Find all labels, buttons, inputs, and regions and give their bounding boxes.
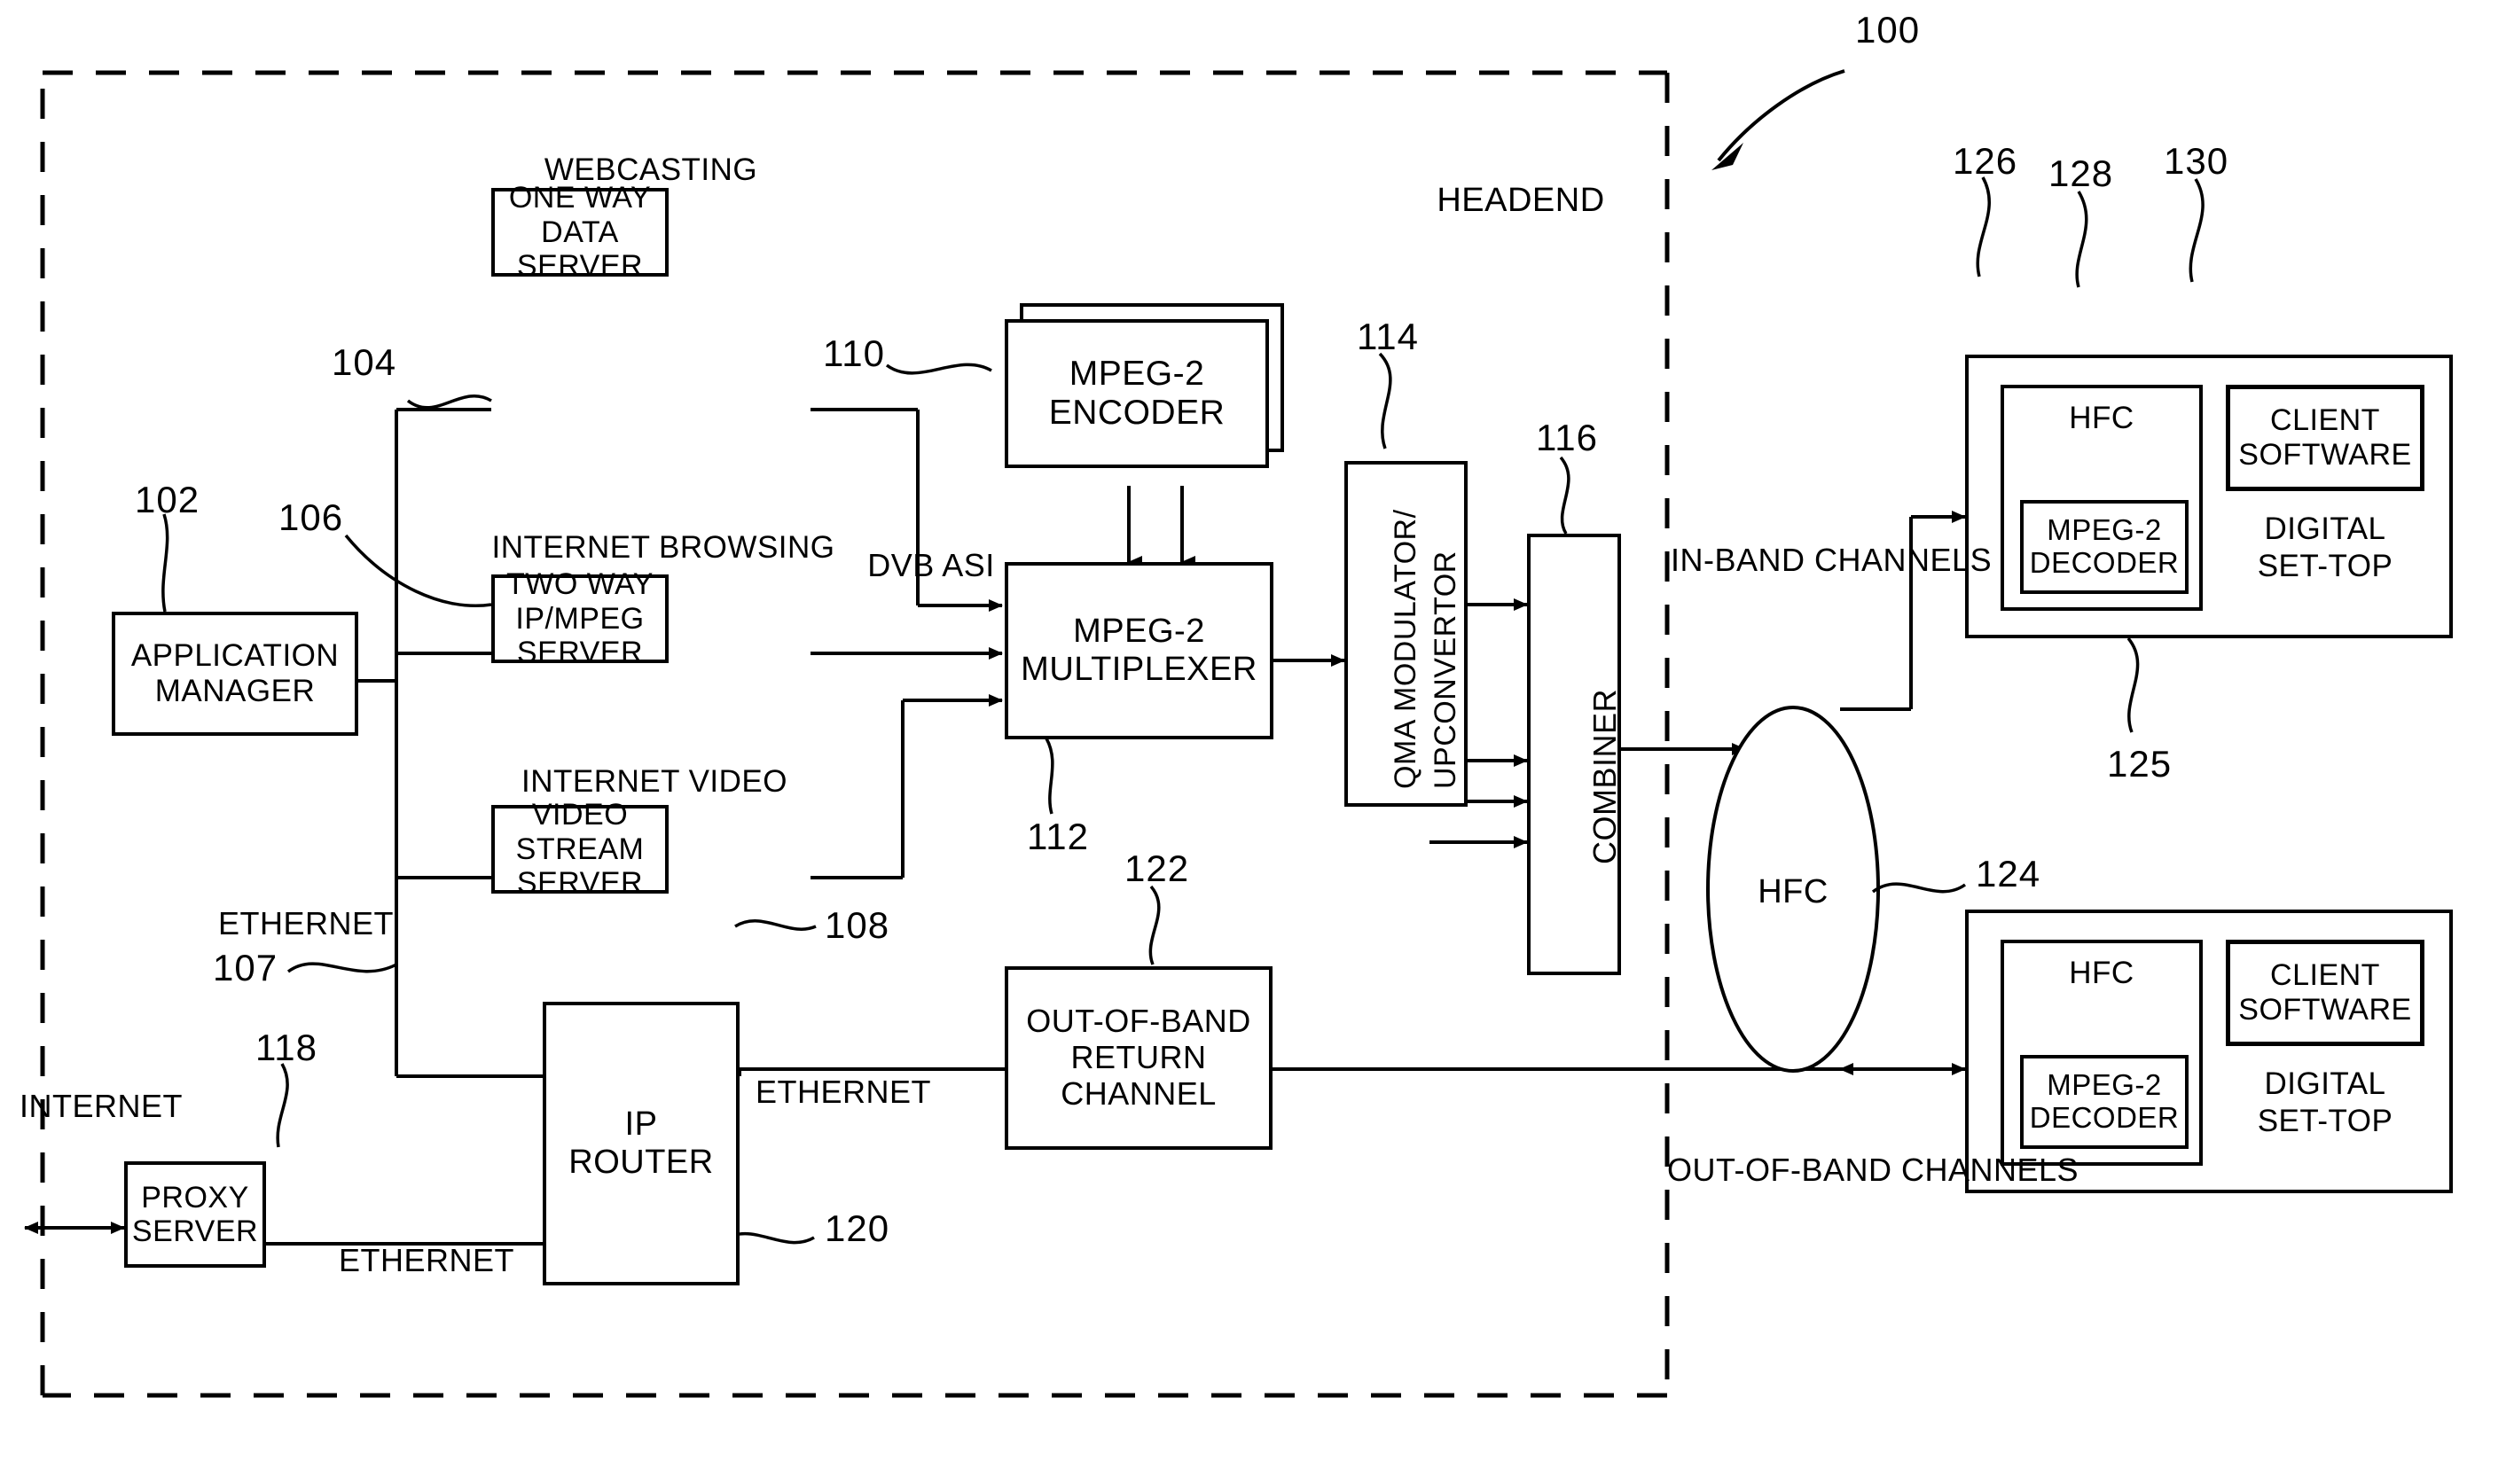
mpeg2-encoder-line-2: ENCODER (1048, 394, 1226, 432)
out-of-band-line-1: OUT-OF-BAND (1667, 1152, 1892, 1188)
set-top-upper-device-line-2: SET-TOP (2257, 549, 2393, 583)
two-way-ip-mpeg-server-block: TWO WAY IP/MPEG SERVER (491, 567, 669, 669)
encoder-to-mux-arrows (1127, 486, 1195, 568)
mpeg2-mux-line-2: MULTIPLEXER (1021, 651, 1257, 688)
one-way-server-line-1: ONE WAY (508, 181, 652, 215)
set-top-upper-decoder-line-2: DECODER (2029, 546, 2180, 579)
hfc-network-label: HFC (1758, 873, 1829, 910)
ref-125: 125 (2107, 743, 2173, 785)
ref-106: 106 (278, 496, 344, 538)
mpeg2-encoder-block: MPEG-2 ENCODER (1005, 319, 1269, 468)
ref-107: 107 (213, 947, 278, 988)
application-manager-line-2: MANAGER (154, 674, 316, 708)
proxy-server-line-2: SERVER (131, 1215, 259, 1248)
set-top-upper-client-software: CLIENT SOFTWARE (2226, 385, 2424, 491)
ref-100-arrowhead (1711, 143, 1743, 170)
mpeg2-multiplexer-block: MPEG-2 MULTIPLEXER (1005, 562, 1273, 739)
digital-set-top-upper: HFC MPEG-2 DECODER CLIENT SOFTWARE DIGIT… (1965, 355, 2453, 638)
set-top-lower-device-line-2: SET-TOP (2257, 1104, 2393, 1138)
application-manager-line-1: APPLICATION (130, 638, 340, 674)
ref-126: 126 (1953, 140, 2018, 182)
application-manager-block: APPLICATION MANAGER (112, 612, 358, 736)
internet-browsing-caption: INTERNET BROWSING (491, 530, 835, 565)
patent-figure-diagram: APPLICATION MANAGER WEBCASTING ONE WAY D… (0, 0, 2514, 1484)
ref-104: 104 (332, 341, 397, 383)
combiner-label: COMBINER (1586, 688, 1623, 864)
set-top-lower-client-line-1: CLIENT (2270, 958, 2380, 993)
out-of-band-line-2: CHANNELS (1901, 1152, 2079, 1188)
headend-label: HEADEND (1437, 182, 1605, 219)
ref-118: 118 (255, 1027, 317, 1068)
ref-100-leader (1717, 69, 1845, 162)
ip-router-line-2: ROUTER (568, 1144, 714, 1181)
ethernet-router-left-label: ETHERNET (339, 1242, 515, 1278)
ip-router-line-1: IP (624, 1105, 658, 1144)
set-top-upper-decoder-line-1: MPEG-2 (2047, 513, 2162, 547)
mpeg2-encoder-line-1: MPEG-2 (1069, 354, 1205, 393)
video-stream-server-block: VIDEO STREAM SERVER (491, 798, 669, 900)
internet-video-caption: INTERNET VIDEO (521, 764, 787, 799)
ref-112: 112 (1027, 816, 1089, 857)
one-way-server-line-3: SERVER (516, 249, 644, 284)
two-way-server-line-1: TWO WAY (506, 567, 654, 602)
qma-modulator-label-line-2: UPCONVERTOR (1429, 551, 1462, 789)
video-stream-line-1: VIDEO (531, 798, 629, 832)
set-top-upper-hfc-tuner: HFC MPEG-2 DECODER (2001, 385, 2203, 611)
set-top-lower-decoder-line-2: DECODER (2029, 1101, 2180, 1134)
oob-return-line-3: CHANNEL (1061, 1074, 1217, 1112)
oob-return-line-1: OUT-OF-BAND (1026, 1003, 1251, 1040)
ref-100: 100 (1855, 9, 1921, 51)
ref-114: 114 (1357, 316, 1419, 357)
set-top-lower-decoder-line-1: MPEG-2 (2047, 1068, 2162, 1102)
proxy-server-block: PROXY SERVER (124, 1161, 266, 1268)
out-of-band-channels-label: OUT-OF-BAND CHANNELS (1667, 1152, 2079, 1188)
in-band-line-1: IN-BAND (1671, 542, 1805, 578)
set-top-lower-mpeg2-decoder: MPEG-2 DECODER (2020, 1055, 2189, 1149)
in-band-channels-label: IN-BAND CHANNELS (1671, 542, 1992, 578)
set-top-upper-client-line-2: SOFTWARE (2238, 438, 2412, 472)
oob-return-line-2: RETURN (1070, 1039, 1207, 1076)
ref-122: 122 (1124, 847, 1190, 889)
internet-label: INTERNET (20, 1088, 183, 1124)
set-top-lower-hfc-tuner: HFC MPEG-2 DECODER (2001, 940, 2203, 1166)
set-top-upper-device-line-1: DIGITAL (2264, 512, 2386, 546)
one-way-server-line-2: DATA (541, 215, 619, 249)
set-top-lower-client-line-2: SOFTWARE (2238, 993, 2412, 1027)
digital-set-top-lower: HFC MPEG-2 DECODER CLIENT SOFTWARE DIGIT… (1965, 910, 2453, 1193)
qma-modulator-label-line-1: QMA MODULATOR/ (1389, 509, 1422, 789)
video-stream-line-2: STREAM (515, 832, 645, 866)
set-top-upper-mpeg2-decoder: MPEG-2 DECODER (2020, 500, 2189, 594)
ref-128: 128 (2048, 152, 2114, 194)
ref-124: 124 (1976, 853, 2041, 894)
set-top-upper-client-line-1: CLIENT (2270, 403, 2380, 438)
video-stream-line-3: SERVER (516, 866, 644, 901)
set-top-lower-device-label: DIGITAL SET-TOP (2226, 1066, 2424, 1140)
ethernet-bus-lines (358, 408, 543, 1078)
out-of-band-return-channel-block: OUT-OF-BAND RETURN CHANNEL (1005, 966, 1273, 1150)
ref-110: 110 (823, 332, 885, 374)
ref-130: 130 (2164, 140, 2229, 182)
ethernet-router-right-label: ETHERNET (756, 1074, 932, 1110)
dvb-asi-label: DVB ASI (867, 547, 995, 583)
ref-120: 120 (825, 1207, 890, 1249)
mpeg2-mux-line-1: MPEG-2 (1073, 613, 1205, 651)
set-top-lower-client-software: CLIENT SOFTWARE (2226, 940, 2424, 1046)
ip-router-block: IP ROUTER (543, 1002, 740, 1285)
one-way-data-server-block: ONE WAY DATA SERVER (491, 181, 669, 283)
two-way-server-line-3: SERVER (516, 636, 644, 670)
ref-116: 116 (1536, 417, 1598, 458)
two-way-server-line-2: IP/MPEG (515, 601, 645, 636)
set-top-lower-hfc-label: HFC (2069, 956, 2134, 990)
in-band-line-2: CHANNELS (1814, 542, 1993, 578)
ref-102: 102 (135, 479, 200, 520)
proxy-server-line-1: PROXY (141, 1180, 249, 1215)
set-top-upper-device-label: DIGITAL SET-TOP (2226, 511, 2424, 585)
set-top-upper-hfc-label: HFC (2069, 401, 2134, 435)
ethernet-bus-label: ETHERNET (217, 905, 394, 941)
ref-108: 108 (825, 904, 890, 946)
set-top-lower-device-line-1: DIGITAL (2264, 1066, 2386, 1101)
